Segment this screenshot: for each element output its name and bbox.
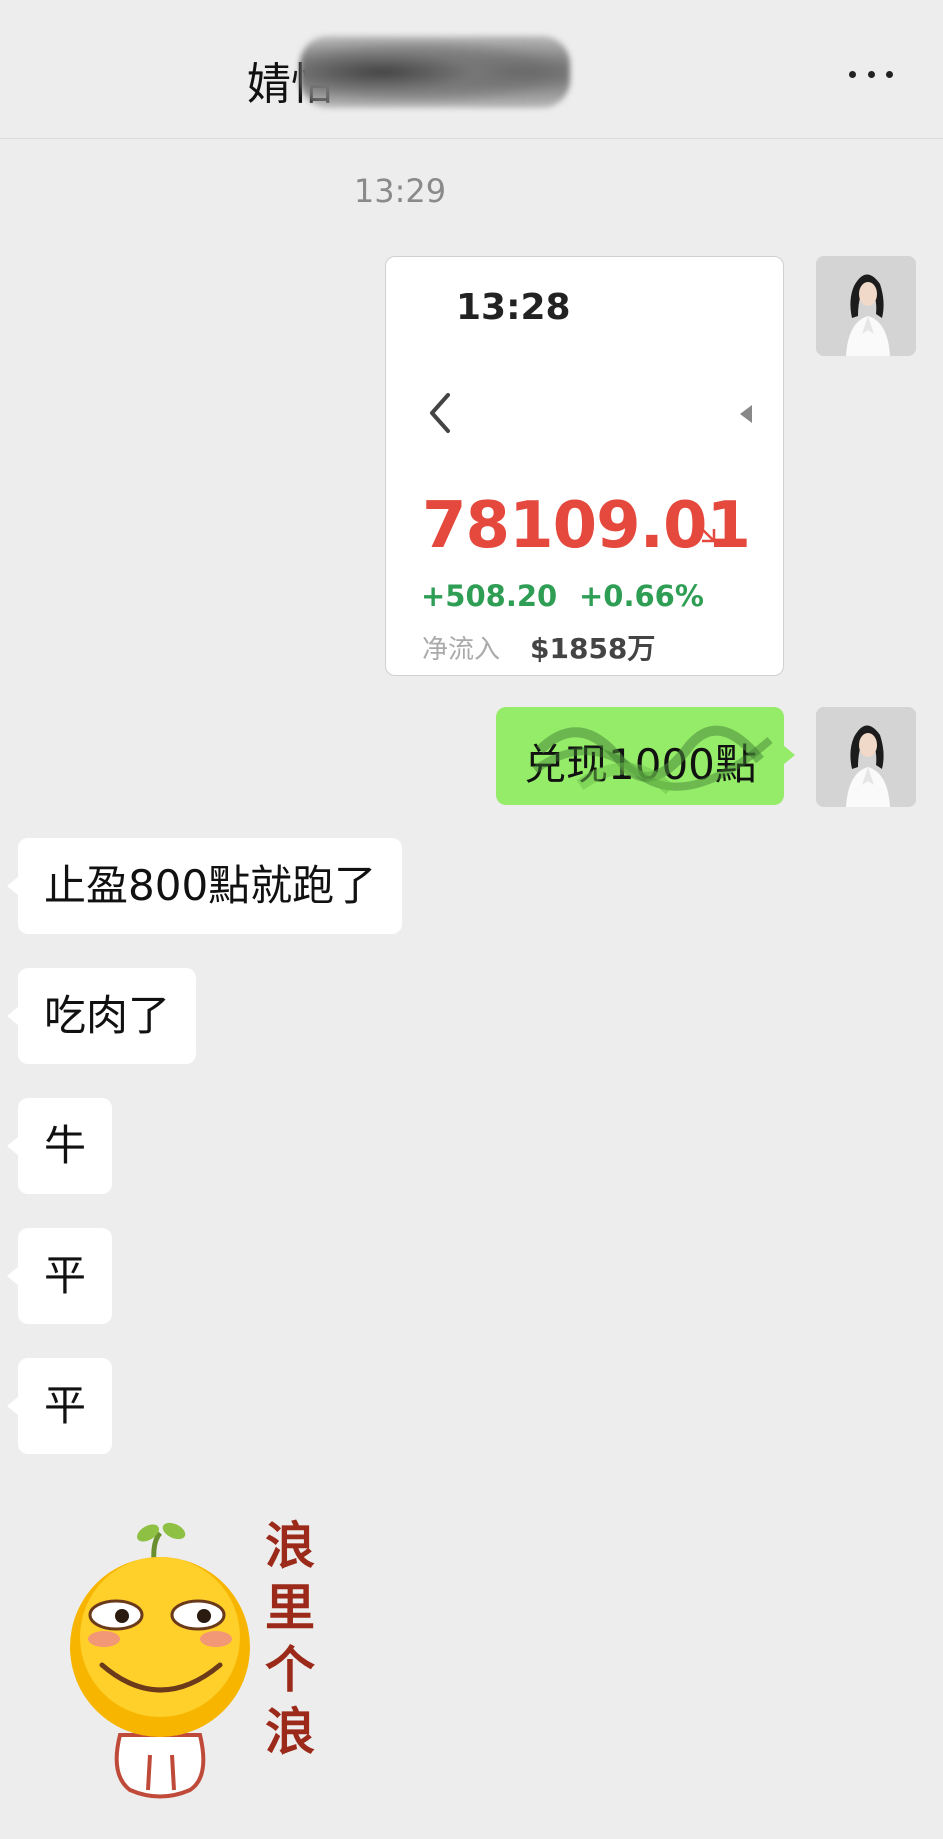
message-timestamp: 13:29: [353, 172, 447, 210]
sticker-caption: 浪里个浪: [265, 1516, 315, 1761]
received-message-bubble[interactable]: 牛: [6, 1098, 113, 1194]
trend-arrow-icon: [695, 522, 716, 543]
left-triangle-icon: [740, 405, 752, 423]
chat-header: 婧怡: [0, 0, 943, 139]
price-change: +508.20: [421, 579, 558, 613]
received-message-bubble[interactable]: 止盈800點就跑了: [6, 838, 403, 934]
sent-message-text: 兑现1000點: [524, 740, 757, 789]
sent-message-bubble[interactable]: 兑现1000點: [496, 707, 795, 805]
more-options-icon[interactable]: [849, 70, 893, 78]
received-message-bubble[interactable]: 平: [6, 1228, 113, 1324]
user-avatar[interactable]: [816, 707, 916, 807]
back-arrow-icon: [430, 393, 450, 433]
stock-screenshot-card[interactable]: 13:28 78109.01 +508.20 +0.66% 净流入 $1858万: [385, 256, 784, 676]
card-time: 13:28: [456, 287, 571, 328]
net-inflow-label: 净流入: [422, 635, 501, 665]
redacted-name-blur: [300, 36, 570, 108]
received-message-bubble[interactable]: 吃肉了: [6, 968, 197, 1064]
received-message-bubble[interactable]: 平: [6, 1358, 113, 1454]
net-inflow-value: $1858万: [530, 632, 656, 665]
price-change-percent: +0.66%: [579, 579, 704, 613]
user-avatar[interactable]: [816, 256, 916, 356]
